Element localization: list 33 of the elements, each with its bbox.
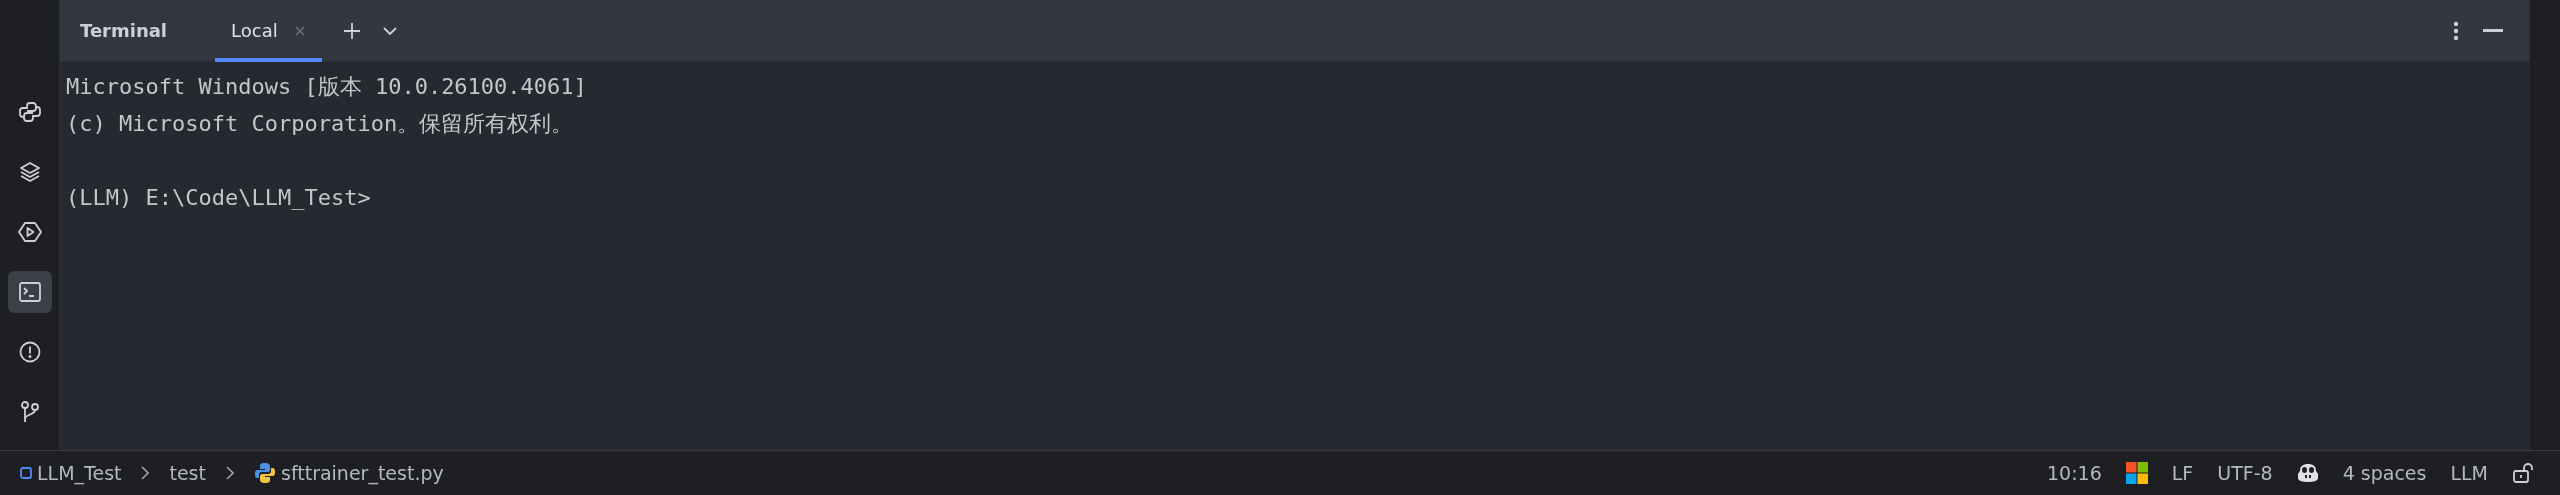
terminal-line: Microsoft Windows [版本 10.0.26100.4061]	[66, 73, 588, 101]
terminal-line: (c) Microsoft Corporation。保留所有权利。	[66, 110, 575, 138]
breadcrumb-item[interactable]: LLM_Test	[20, 462, 122, 484]
tab-label: Local	[231, 20, 278, 41]
status-item[interactable]: UTF-8	[2217, 462, 2273, 484]
status-item[interactable]: LF	[2171, 462, 2194, 484]
warning-icon	[18, 341, 41, 363]
terminal-prompt: (LLM) E:\Code\LLM_Test>	[66, 184, 372, 212]
status-item[interactable]: LLM	[2450, 462, 2488, 484]
terminal-tab[interactable]: Local	[215, 0, 322, 62]
breadcrumb-item[interactable]: sfttrainer_test.py	[254, 462, 444, 484]
minimize-icon[interactable]	[2483, 28, 2503, 33]
tool-window-button[interactable]	[7, 271, 52, 313]
breadcrumb-item[interactable]: test	[169, 462, 206, 484]
chevron-right-icon	[141, 466, 150, 480]
panel-title: Terminal	[80, 20, 168, 41]
module-icon	[20, 467, 32, 479]
layers-icon	[18, 161, 41, 183]
chevron-down-icon[interactable]	[381, 25, 398, 36]
git-branch-icon	[18, 400, 41, 424]
close-icon[interactable]	[293, 24, 306, 37]
terminal-icon	[17, 281, 42, 303]
copilot-icon[interactable]	[2296, 463, 2319, 483]
status-item[interactable]: 10:16	[2047, 462, 2102, 484]
more-options-icon[interactable]	[2453, 19, 2459, 42]
windows-logo-icon[interactable]	[2125, 462, 2148, 484]
run-icon	[17, 221, 42, 243]
chevron-right-icon	[226, 466, 234, 480]
add-icon[interactable]	[341, 20, 362, 41]
unlocked-icon[interactable]	[2512, 462, 2534, 484]
python-file-icon	[254, 462, 276, 484]
status-item[interactable]: 4 spaces	[2342, 462, 2427, 484]
python-icon	[18, 101, 41, 123]
